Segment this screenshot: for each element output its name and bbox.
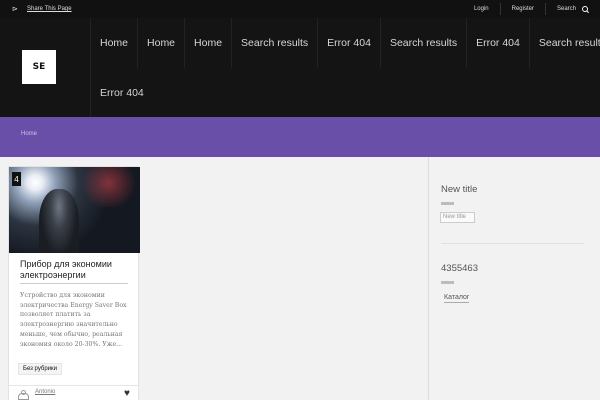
top-bar: ⊳ Share This Page Login Register Search: [0, 0, 600, 18]
post-thumbnail[interactable]: [9, 167, 140, 253]
search-label[interactable]: Search: [557, 3, 576, 15]
widget-title: 4355463: [441, 263, 478, 274]
nav-item-home[interactable]: Home: [185, 18, 233, 68]
widget-text-input[interactable]: New title: [440, 212, 475, 223]
site-logo[interactable]: SE: [22, 50, 56, 84]
post-footer-divider: [8, 385, 139, 386]
nav-item-search-results[interactable]: Search results: [381, 18, 468, 68]
nav-item-home[interactable]: Home: [138, 18, 186, 68]
main-nav: Home Home Home Search results Error 404 …: [90, 18, 600, 117]
sidebar-divider: [428, 157, 429, 400]
post-title[interactable]: Прибор для экономии электроэнергии: [20, 259, 132, 281]
widget-title: New title: [441, 184, 478, 195]
nav-item-search-results[interactable]: Search results: [530, 18, 600, 68]
main-nav-row: Error 404: [91, 68, 600, 117]
heart-icon[interactable]: ♥: [124, 389, 134, 399]
share-link[interactable]: ⊳ Share This Page: [12, 0, 72, 18]
nav-item-error-404[interactable]: Error 404: [91, 68, 153, 117]
share-label[interactable]: Share This Page: [27, 6, 72, 12]
register-link[interactable]: Register: [501, 3, 546, 15]
post-excerpt: Устройство для экономии электричества En…: [20, 292, 127, 348]
nav-item-error-404[interactable]: Error 404: [318, 18, 381, 68]
top-nav: Login Register Search: [463, 0, 588, 18]
site-header: SE Home Home Home Search results Error 4…: [0, 18, 600, 117]
post-badge: 4: [12, 172, 21, 186]
breadcrumb-band: Home: [0, 117, 600, 157]
post-title-divider: [20, 283, 128, 284]
user-icon: [18, 390, 29, 400]
main-nav-row: Home Home Home Search results Error 404 …: [91, 18, 600, 68]
thumbnail-glow: [79, 167, 139, 207]
breadcrumb-home[interactable]: Home: [21, 131, 37, 137]
thumbnail-figure: [39, 189, 79, 253]
search-icon[interactable]: [582, 6, 588, 12]
nav-item-home[interactable]: Home: [91, 18, 139, 68]
login-link[interactable]: Login: [463, 3, 501, 15]
widget-title-underline: [441, 202, 454, 205]
post-author[interactable]: Antonio: [35, 389, 55, 395]
widget-separator: [441, 243, 584, 244]
share-icon: ⊳: [12, 5, 18, 13]
nav-item-error-404[interactable]: Error 404: [467, 18, 530, 68]
widget-title-underline: [441, 281, 454, 284]
search-toggle[interactable]: Search: [546, 3, 588, 15]
post-category-tag[interactable]: Без рубрики: [18, 363, 62, 375]
catalog-link[interactable]: Каталог: [444, 294, 470, 303]
nav-item-search-results[interactable]: Search results: [232, 18, 319, 68]
